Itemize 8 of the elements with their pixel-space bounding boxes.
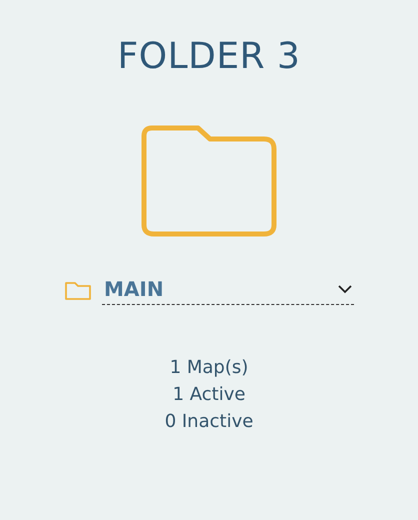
stat-text: 0 Inactive (164, 411, 254, 432)
folder-icon (64, 281, 92, 301)
stat-text: 1 Map(s) (170, 357, 248, 378)
stat-text: 1 Active (172, 384, 246, 405)
folder-title: FOLDER 3 (118, 36, 300, 77)
chevron-down-icon (338, 284, 352, 294)
folder-icon (140, 125, 278, 237)
folder-dropdown[interactable]: MAIN (102, 277, 354, 305)
